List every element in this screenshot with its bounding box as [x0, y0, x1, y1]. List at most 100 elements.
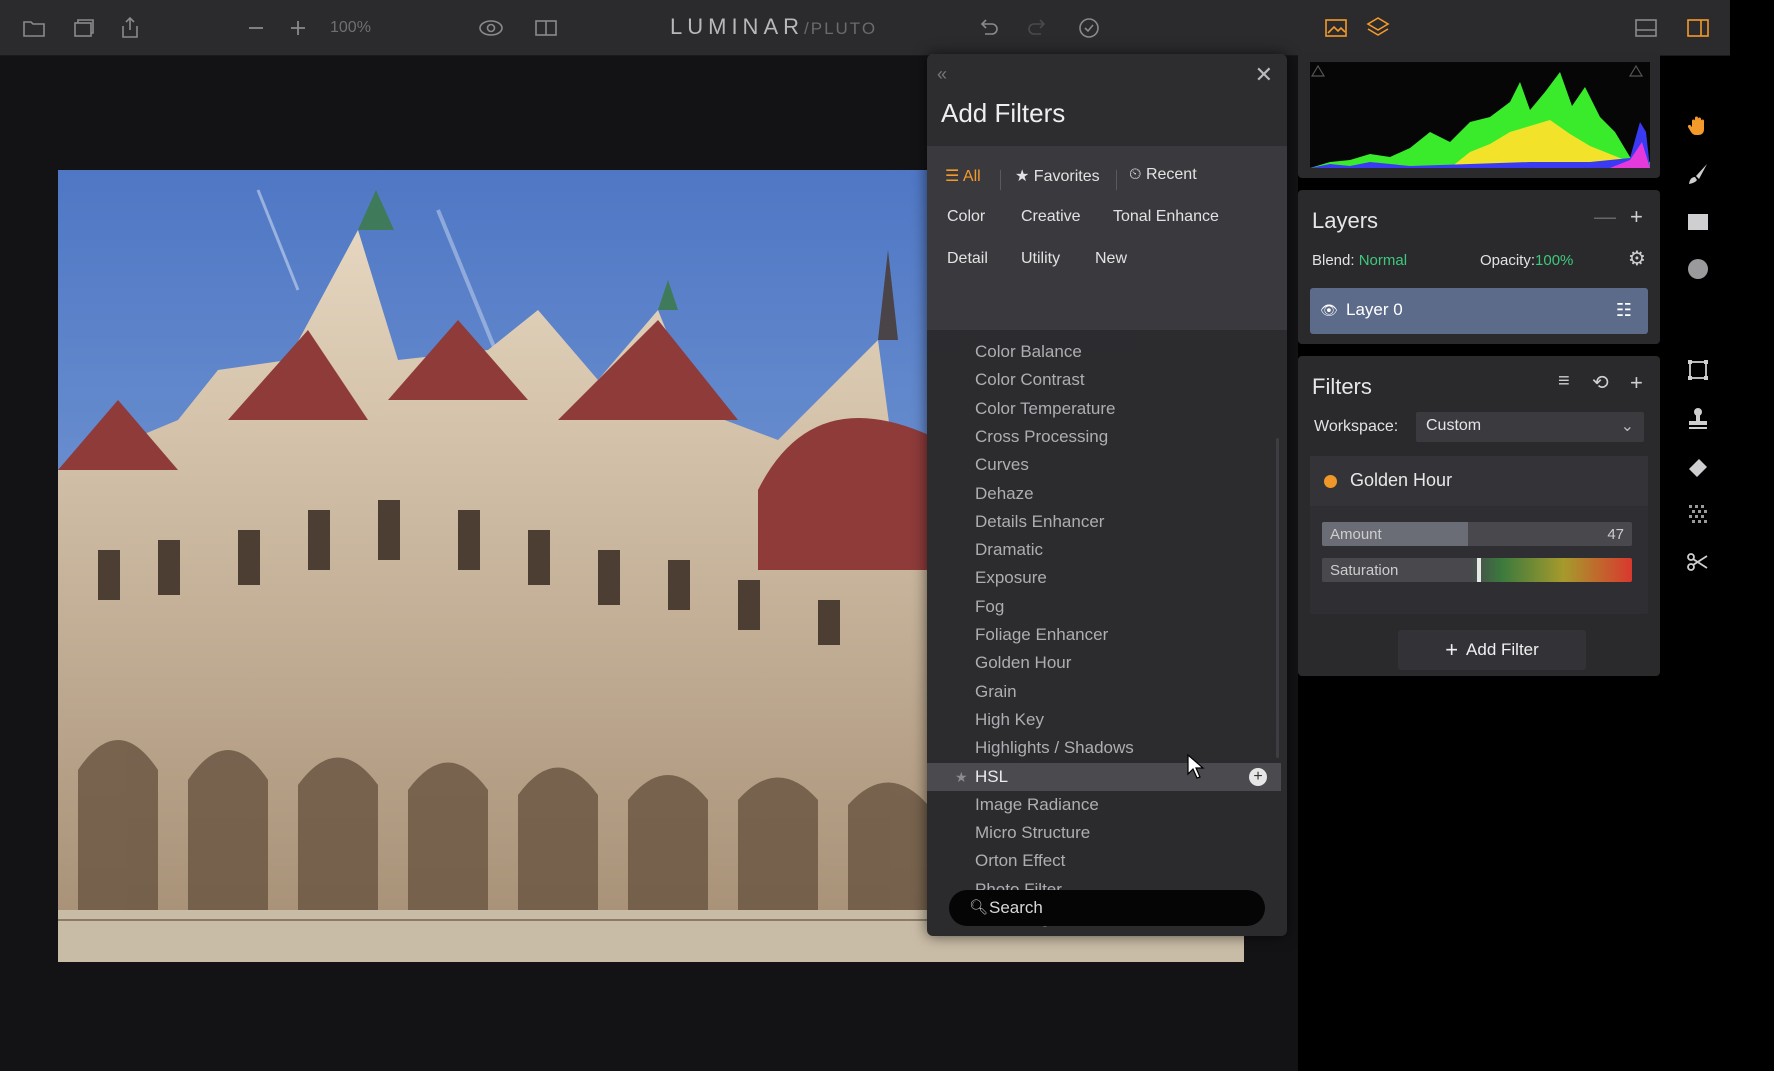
- filter-list: Color Balance Color Contrast Color Tempera…: [927, 338, 1287, 930]
- close-icon[interactable]: ✕: [1255, 62, 1273, 88]
- tool-strip: [1664, 100, 1730, 600]
- saturation-slider-thumb[interactable]: [1477, 558, 1481, 582]
- tab-detail[interactable]: Detail: [947, 250, 988, 268]
- amount-value: 47: [1607, 526, 1624, 543]
- filter-item-label: Dehaze: [975, 483, 1034, 503]
- stamp-icon[interactable]: [1684, 404, 1712, 432]
- gradient-icon[interactable]: [1684, 208, 1712, 236]
- filter-item[interactable]: Dehaze: [927, 480, 1281, 508]
- crop-icon[interactable]: [1684, 356, 1712, 384]
- history-icon[interactable]: [1075, 14, 1103, 42]
- gear-icon[interactable]: ⚙: [1628, 246, 1646, 271]
- gallery-icon[interactable]: [70, 14, 98, 42]
- brush-icon[interactable]: [1684, 160, 1712, 188]
- filter-active-dot[interactable]: [1324, 475, 1337, 488]
- filter-item[interactable]: Fog: [927, 593, 1281, 621]
- export-icon[interactable]: [116, 14, 144, 42]
- filter-item[interactable]: Highlights / Shadows: [927, 734, 1281, 762]
- workspace-select[interactable]: Custom ⌄: [1416, 412, 1644, 442]
- add-filter-plus-icon[interactable]: +: [1249, 767, 1267, 786]
- tab-new[interactable]: New: [1095, 250, 1127, 268]
- sidebar-icon[interactable]: [1684, 14, 1712, 42]
- zoom-level[interactable]: 100%: [330, 19, 371, 37]
- tab-color[interactable]: Color: [947, 208, 985, 226]
- filter-item-label: Grain: [975, 681, 1017, 701]
- filter-item-label: Curves: [975, 455, 1029, 475]
- add-layer-button[interactable]: +: [1630, 204, 1643, 230]
- filter-search[interactable]: 🔍︎: [949, 890, 1265, 926]
- tab-favorites[interactable]: ★ Favorites: [1015, 166, 1100, 186]
- add-filter-button[interactable]: + Add Filter: [1398, 630, 1586, 670]
- add-filter-plus-button[interactable]: +: [1630, 370, 1643, 396]
- filter-item[interactable]: High Key: [927, 706, 1281, 734]
- filter-item[interactable]: Cross Processing: [927, 423, 1281, 451]
- zoom-out-icon[interactable]: [242, 14, 270, 42]
- collapse-icon[interactable]: «: [937, 64, 947, 85]
- filter-item[interactable]: Golden Hour: [927, 649, 1281, 677]
- add-filters-popup: « ✕ Add Filters ☰ All ★ Favorites ⏲ Rece…: [927, 54, 1287, 936]
- tab-recent[interactable]: ⏲ Recent: [1129, 166, 1197, 184]
- filter-item[interactable]: Dramatic: [927, 536, 1281, 564]
- redo-icon[interactable]: [1024, 14, 1052, 42]
- filter-item[interactable]: Foliage Enhancer: [927, 621, 1281, 649]
- saturation-slider[interactable]: Saturation: [1322, 558, 1632, 582]
- amount-slider[interactable]: Amount 47: [1322, 522, 1632, 546]
- filter-item[interactable]: Grain: [927, 678, 1281, 706]
- filter-item[interactable]: Details Enhancer: [927, 508, 1281, 536]
- layers-panel: Layers — + Blend: Normal Opacity:100% ⚙ …: [1298, 190, 1660, 344]
- filter-item[interactable]: Curves: [927, 451, 1281, 479]
- filter-item[interactable]: Color Temperature: [927, 395, 1281, 423]
- filter-item[interactable]: Color Balance: [927, 338, 1281, 366]
- undo-icon[interactable]: [974, 14, 1002, 42]
- remove-layer-button[interactable]: —: [1594, 204, 1616, 230]
- preview-icon[interactable]: [477, 14, 505, 42]
- folder-icon[interactable]: [20, 14, 48, 42]
- tab-utility[interactable]: Utility: [1021, 250, 1060, 268]
- filter-list-scrollbar[interactable]: [1276, 438, 1279, 758]
- filter-item[interactable]: Color Contrast: [927, 366, 1281, 394]
- visibility-eye-icon[interactable]: 👁︎: [1320, 302, 1338, 319]
- filter-list-icon[interactable]: ≡: [1558, 370, 1570, 393]
- hand-tool-icon[interactable]: [1684, 112, 1712, 140]
- eraser-icon[interactable]: [1684, 452, 1712, 480]
- filter-item-label: Cross Processing: [975, 426, 1109, 446]
- radial-mask-icon[interactable]: [1684, 255, 1712, 283]
- tab-all[interactable]: ☰ All: [945, 166, 981, 186]
- filter-item-label: Color Contrast: [975, 370, 1085, 390]
- filter-item-label: High Key: [975, 709, 1044, 729]
- filter-item[interactable]: ★ HSL +: [927, 762, 1281, 791]
- tab-creative[interactable]: Creative: [1021, 208, 1081, 226]
- layer-row[interactable]: 👁︎ Layer 0 ☷: [1310, 288, 1648, 334]
- luminar-app: 100% LUMINAR/PLUTO « ✕ Add Filters ☰ All…: [0, 0, 1774, 1071]
- favorite-star-icon[interactable]: ★: [955, 763, 968, 791]
- filter-item[interactable]: Micro Structure: [927, 819, 1281, 847]
- filter-item-label: Micro Structure: [975, 823, 1091, 843]
- filter-item-label: Fog: [975, 596, 1005, 616]
- zoom-in-icon[interactable]: [284, 14, 312, 42]
- search-input[interactable]: [989, 890, 1249, 926]
- noise-icon[interactable]: [1684, 500, 1712, 528]
- histogram-panel: [1298, 52, 1660, 178]
- filter-item-label: Foliage Enhancer: [975, 625, 1109, 644]
- filter-card-header[interactable]: Golden Hour: [1310, 456, 1648, 506]
- filter-item-label: Golden Hour: [975, 653, 1072, 673]
- layer-properties-icon[interactable]: ☷: [1616, 300, 1632, 321]
- presets-icon[interactable]: [1322, 14, 1350, 42]
- scissors-icon[interactable]: [1684, 548, 1712, 576]
- window-edge: [1730, 0, 1774, 1071]
- filter-item-label: Color Balance: [975, 342, 1082, 361]
- filter-item-label: Orton Effect: [975, 851, 1066, 871]
- layers-icon[interactable]: [1364, 14, 1392, 42]
- compare-icon[interactable]: [532, 14, 560, 42]
- filter-item[interactable]: Orton Effect: [927, 847, 1281, 875]
- top-toolbar: 100% LUMINAR/PLUTO: [0, 0, 1730, 56]
- filter-item[interactable]: Image Radiance: [927, 791, 1281, 819]
- layout-icon[interactable]: [1632, 14, 1660, 42]
- filter-item[interactable]: Exposure: [927, 564, 1281, 592]
- blend-mode[interactable]: Blend: Normal: [1312, 252, 1407, 269]
- reset-icon[interactable]: ⟲: [1592, 370, 1609, 395]
- tab-tonal-enhance[interactable]: Tonal Enhance: [1113, 208, 1219, 226]
- filter-item-label: Dramatic: [975, 540, 1044, 560]
- filters-panel: Filters ≡ ⟲ + Workspace: Custom ⌄ Golden…: [1298, 356, 1660, 676]
- layer-opacity[interactable]: Opacity:100%: [1480, 252, 1573, 269]
